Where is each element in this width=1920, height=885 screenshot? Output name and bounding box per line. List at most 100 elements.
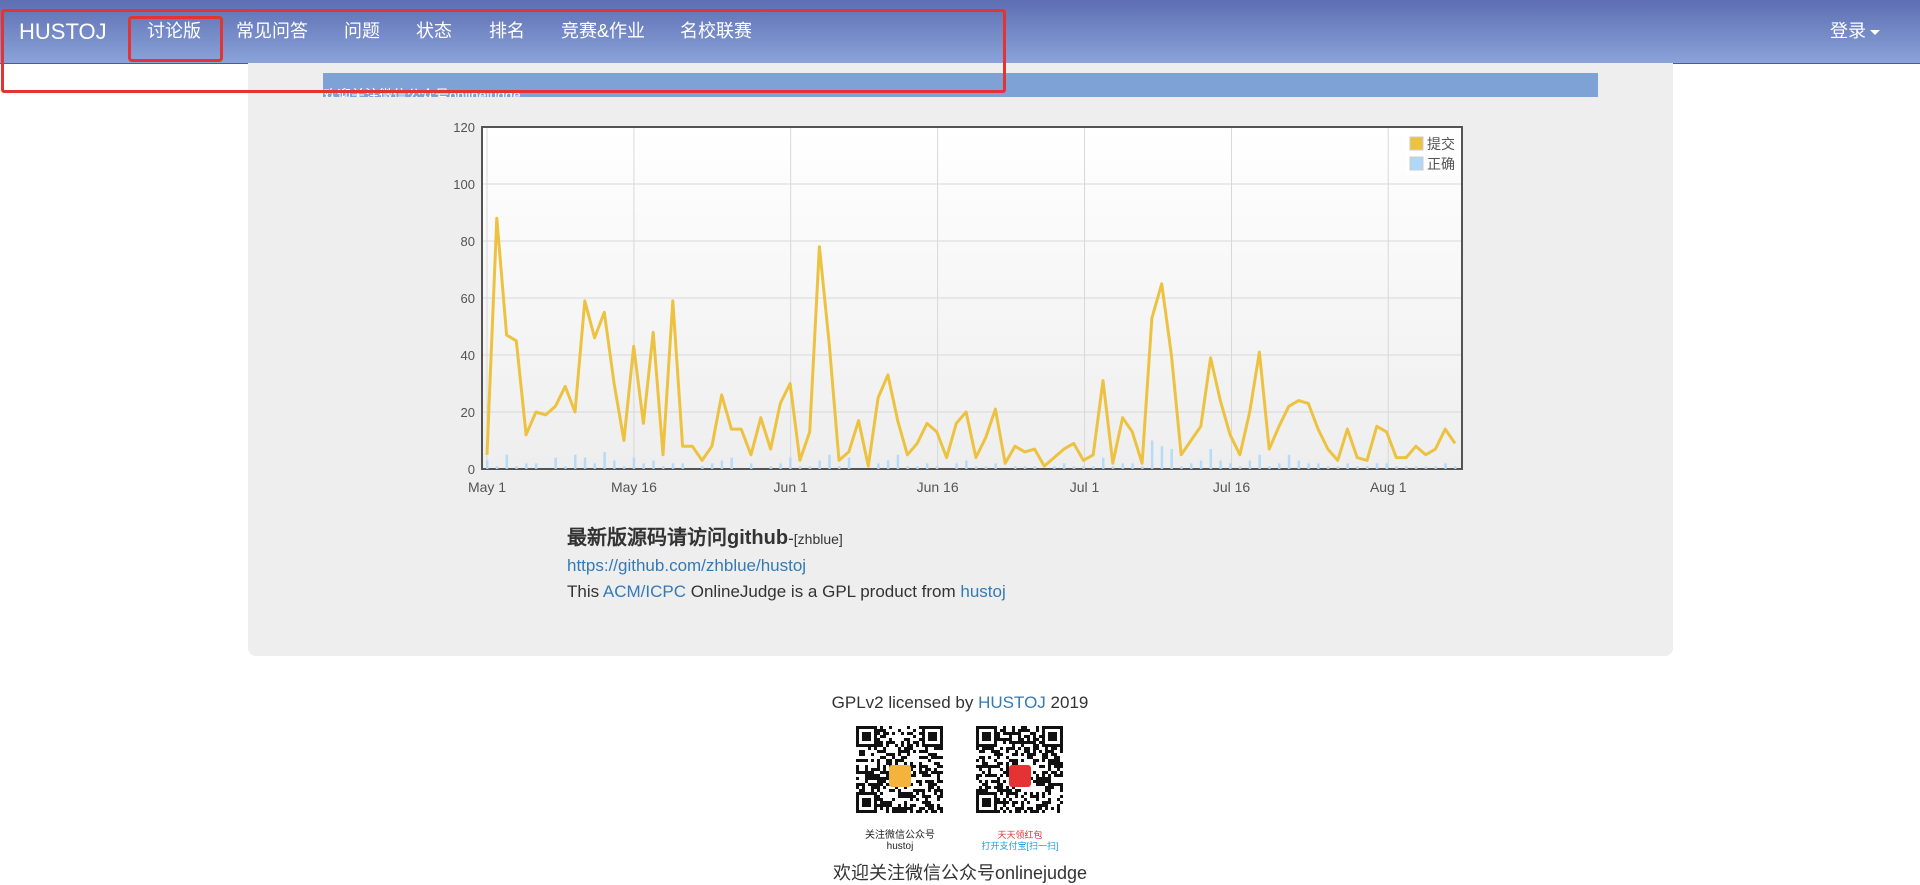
correct-bar bbox=[671, 463, 675, 469]
marquee-text: 欢迎关注微信公众号onlinejudge bbox=[323, 87, 521, 97]
correct-bar bbox=[681, 463, 685, 469]
correct-bar bbox=[1385, 463, 1389, 469]
correct-bar bbox=[701, 466, 704, 469]
correct-bar bbox=[1131, 463, 1134, 469]
y-tick-label: 80 bbox=[461, 234, 475, 249]
correct-bar bbox=[1346, 463, 1349, 469]
correct-bar bbox=[1190, 463, 1193, 469]
x-tick-label: Aug 1 bbox=[1370, 479, 1407, 495]
correct-bar bbox=[593, 463, 597, 469]
license-pre: GPLv2 licensed by bbox=[831, 693, 979, 712]
repo-link[interactable]: https://github.com/zhblue/hustoj bbox=[567, 556, 806, 575]
correct-bar bbox=[1121, 463, 1125, 469]
correct-bar bbox=[1023, 466, 1027, 469]
correct-bar bbox=[1395, 466, 1398, 469]
y-tick-label: 120 bbox=[453, 120, 475, 135]
x-tick-label: Jul 16 bbox=[1213, 479, 1251, 495]
alipay-caption-line2: 打开支付宝[扫一扫] bbox=[981, 841, 1059, 851]
correct-bar bbox=[1454, 466, 1457, 469]
correct-bar bbox=[1278, 463, 1281, 469]
info-block: 最新版源码请访问github-[zhblue] https://github.c… bbox=[567, 521, 1006, 608]
y-tick-label: 20 bbox=[461, 405, 475, 420]
nav-faq[interactable]: 常见问答 bbox=[236, 0, 308, 63]
correct-bar bbox=[1366, 466, 1369, 469]
correct-bar bbox=[1033, 466, 1037, 469]
correct-bar bbox=[955, 463, 958, 469]
correct-bar bbox=[603, 451, 606, 469]
correct-bar bbox=[720, 460, 724, 469]
correct-bar bbox=[1405, 466, 1408, 469]
correct-bar bbox=[583, 457, 587, 469]
correct-bar bbox=[906, 466, 909, 469]
correct-bar bbox=[652, 460, 655, 469]
correct-bar bbox=[896, 454, 900, 469]
correct-bar bbox=[1375, 463, 1379, 469]
correct-bar bbox=[1356, 466, 1359, 469]
wechat-caption-line2: hustoj bbox=[886, 841, 914, 852]
correct-bar bbox=[525, 463, 528, 469]
correct-bar bbox=[1170, 449, 1173, 469]
legend-label: 提交 bbox=[1427, 136, 1455, 152]
nav-discussion[interactable]: 讨论版 bbox=[147, 0, 201, 63]
correct-bar bbox=[1238, 466, 1242, 469]
correct-bar bbox=[710, 463, 714, 469]
correct-bar bbox=[1072, 466, 1076, 469]
correct-bar bbox=[974, 466, 978, 469]
correct-bar bbox=[1229, 463, 1232, 469]
license-year: 2019 bbox=[1045, 693, 1089, 712]
alipay-caption-line1: 天天领红包 bbox=[997, 830, 1043, 840]
brand-logo-link[interactable]: HUSTOJ bbox=[19, 0, 107, 63]
correct-bar bbox=[1092, 466, 1095, 469]
login-dropdown[interactable]: 登录 bbox=[1830, 0, 1880, 63]
footer-hustoj-link[interactable]: HUSTOJ bbox=[978, 693, 1046, 712]
hustoj-link[interactable]: hustoj bbox=[960, 582, 1005, 601]
wechat-qr-caption: 关注微信公众号 hustoj bbox=[848, 830, 952, 852]
login-label: 登录 bbox=[1830, 21, 1866, 41]
acm-icpc-link[interactable]: ACM/ICPC bbox=[603, 582, 686, 601]
nav-ranklist[interactable]: 排名 bbox=[489, 0, 525, 63]
correct-bar bbox=[1444, 463, 1447, 469]
correct-bar bbox=[779, 463, 782, 469]
source-author: [zhblue] bbox=[793, 531, 843, 547]
correct-bar bbox=[1102, 457, 1105, 469]
correct-bar bbox=[505, 454, 509, 469]
top-navbar: HUSTOJ 讨论版 常见问答 问题 状态 排名 竞赛&作业 名校联赛 登录 bbox=[0, 0, 1920, 64]
correct-bar bbox=[1150, 440, 1154, 469]
correct-bar bbox=[769, 466, 773, 469]
correct-bar bbox=[877, 463, 880, 469]
correct-bar bbox=[847, 457, 851, 469]
wechat-caption-line1: 关注微信公众号 bbox=[865, 830, 935, 841]
correct-bar bbox=[574, 454, 577, 469]
nav-problems[interactable]: 问题 bbox=[344, 0, 380, 63]
submission-chart: 0 20 40 60 80 100 120 May 1 May 16 Jun 1 Jun 16 Jul… bbox=[453, 120, 1463, 495]
correct-bar bbox=[632, 457, 636, 469]
correct-bar bbox=[838, 466, 841, 469]
nav-school-league[interactable]: 名校联赛 bbox=[680, 0, 752, 63]
correct-bar bbox=[798, 466, 802, 469]
correct-bar bbox=[1258, 454, 1261, 469]
correct-bar bbox=[1424, 466, 1428, 469]
correct-bar bbox=[1219, 460, 1222, 469]
x-tick-label: Jun 16 bbox=[917, 479, 959, 495]
correct-bar bbox=[486, 460, 489, 469]
correct-bar bbox=[622, 466, 626, 469]
nav-contests[interactable]: 竞赛&作业 bbox=[561, 0, 645, 63]
x-tick-label: Jul 1 bbox=[1070, 479, 1100, 495]
correct-bar bbox=[994, 463, 997, 469]
alipay-qr-caption: 天天领红包 打开支付宝[扫一扫] bbox=[965, 830, 1075, 852]
correct-bar bbox=[613, 460, 616, 469]
correct-bar bbox=[1014, 466, 1017, 469]
correct-bar bbox=[1326, 466, 1330, 469]
correct-bar bbox=[935, 466, 939, 469]
nav-status[interactable]: 状态 bbox=[416, 0, 452, 63]
correct-bar bbox=[1297, 460, 1301, 469]
correct-bar bbox=[1268, 466, 1271, 469]
correct-bar bbox=[642, 463, 645, 469]
correct-bar bbox=[730, 457, 733, 469]
correct-bar bbox=[965, 460, 968, 469]
correct-bar bbox=[495, 466, 499, 469]
correct-bar bbox=[1160, 446, 1164, 469]
y-tick-label: 0 bbox=[468, 462, 475, 477]
x-tick-label: Jun 1 bbox=[774, 479, 808, 495]
correct-bar bbox=[1180, 466, 1183, 469]
